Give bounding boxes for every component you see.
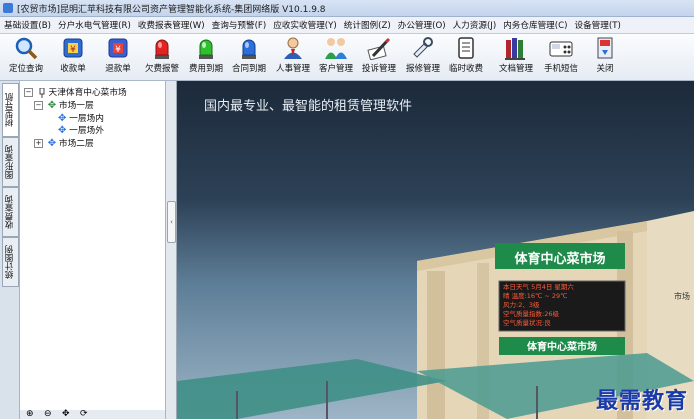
title-bar: [农贸市场]昆明汇苹科技有限公司资产管理智能化系统-集团网络版 V10.1.9.…: [0, 0, 694, 17]
led-line: 空气质量指数:26级: [503, 310, 559, 318]
pen-icon: [367, 37, 391, 60]
led-line: 晴 温度:16℃ ~ 29℃: [503, 292, 568, 300]
green-alarm-icon: [199, 39, 213, 59]
menu-bar: 基础设置(B) 分户水电气管理(R) 收费报表管理(W) 查询与预警(F) 应收实收管理…: [0, 17, 694, 34]
temporary-fee-button[interactable]: 临时收费: [445, 36, 487, 78]
collapse-icon[interactable]: −: [24, 88, 33, 97]
panel-splitter[interactable]: ‹: [166, 81, 177, 419]
expand-icon[interactable]: +: [34, 139, 43, 148]
app-icon: [3, 3, 13, 13]
watermark-text: 最需教育: [595, 388, 688, 414]
tree-node-floor-1-outside[interactable]: ✥ 一层场外: [58, 123, 104, 136]
document-button[interactable]: 文档管理: [495, 36, 537, 78]
tools-icon: [413, 37, 433, 58]
led-line: 空气质量状况:良: [503, 319, 551, 327]
tree-bottom-toolbar: ⊕ ⊖ ✥ ⟳: [20, 409, 165, 419]
tree-node-root[interactable]: − 天津体育中心菜市场: [24, 85, 127, 98]
magnifier-icon: [15, 37, 38, 60]
customer-button[interactable]: 客户管理: [315, 36, 357, 78]
side-wall-label: 市场: [674, 292, 690, 301]
led-line: 本日天气 5月4日 星期六: [503, 283, 574, 291]
sms-button[interactable]: 手机短信: [540, 36, 582, 78]
collapse-icon[interactable]: −: [34, 101, 43, 110]
svg-text:¥: ¥: [70, 45, 76, 55]
menu-equipment[interactable]: 设备管理(T): [570, 17, 623, 33]
main-view: 国内最专业、最智能的租赁管理软件 体育中心菜市场 本日天气 5月4日 星期六 晴…: [177, 81, 694, 419]
tree-node-floor-1[interactable]: − ✥ 市场一层: [34, 98, 94, 111]
pin-icon: [39, 87, 45, 98]
person-icon: [284, 37, 302, 59]
window-title: [农贸市场]昆明汇苹科技有限公司资产管理智能化系统-集团网络版 V10.1.9.…: [17, 5, 326, 15]
menu-basic-settings[interactable]: 基础设置(B): [0, 17, 54, 33]
exit-icon: [597, 37, 613, 59]
fee-expiry-button[interactable]: 费用到期: [185, 36, 227, 78]
binders-icon: [505, 38, 525, 60]
menu-statistics[interactable]: 统计图例(Z): [340, 17, 394, 33]
zoom-in-icon[interactable]: ⊕: [26, 409, 34, 419]
led-weather-display: 本日天气 5月4日 星期六 晴 温度:16℃ ~ 29℃ 风力:2、3级 空气质…: [503, 283, 623, 328]
personnel-button[interactable]: 人事管理: [272, 36, 314, 78]
notebook-icon: [458, 37, 474, 59]
led-line: 风力:2、3级: [503, 301, 540, 309]
market-sign-bottom: 体育中心菜市场: [527, 342, 597, 353]
receipt-button[interactable]: ¥ 收款单: [54, 36, 92, 78]
refund-button[interactable]: ¥ 退款单: [99, 36, 137, 78]
node-icon: ✥: [47, 138, 57, 149]
menu-utilities[interactable]: 分户水电气管理(R): [54, 17, 134, 33]
tab-fee-query[interactable]: 收费查询: [2, 187, 19, 237]
menu-hr[interactable]: 人力资源(J): [449, 17, 500, 33]
contract-expiry-button[interactable]: 合同到期: [228, 36, 270, 78]
tree-node-floor-2[interactable]: + ✥ 市场二层: [34, 136, 94, 149]
refund-icon: ¥: [108, 38, 128, 58]
tab-statistics[interactable]: 统计图例: [2, 237, 19, 287]
menu-receivables[interactable]: 应收实收管理(Y): [269, 17, 340, 33]
menu-query-alerts[interactable]: 查询与预警(F): [208, 17, 270, 33]
close-button[interactable]: 关闭: [590, 36, 620, 78]
menu-fee-reports[interactable]: 收费报表管理(W): [134, 17, 208, 33]
receipt-icon: ¥: [63, 38, 83, 58]
arrears-alarm-button[interactable]: 欠费报警: [142, 36, 182, 78]
tree-panel: − 天津体育中心菜市场 − ✥ 市场一层 ✥ 一层场内 ✥ 一层场外 + ✥ 市…: [20, 81, 166, 419]
market-sign-top: 体育中心菜市场: [514, 252, 606, 267]
red-alarm-icon: [155, 39, 169, 59]
menu-warehouse[interactable]: 内务仓库管理(C): [499, 17, 570, 33]
node-icon: ✥: [58, 125, 67, 136]
menu-office[interactable]: 办公管理(O): [394, 17, 449, 33]
locate-icon[interactable]: ✥: [62, 409, 70, 419]
tab-graphic-query[interactable]: 图形查询: [2, 137, 19, 187]
phone-icon: [549, 41, 573, 57]
customers-icon: [325, 38, 347, 59]
tab-tree-navigation[interactable]: 树型导航: [2, 83, 19, 137]
node-icon: ✥: [47, 100, 57, 111]
toolbar: 定位查询 ¥ 收款单 ¥ 退款单 欠费报警 费用到期 合同到期 人事管理 客户管…: [0, 34, 694, 81]
locate-query-button[interactable]: 定位查询: [6, 36, 46, 78]
svg-text:¥: ¥: [115, 45, 121, 55]
zoom-out-icon[interactable]: ⊖: [44, 409, 52, 419]
complaint-button[interactable]: 投诉管理: [358, 36, 400, 78]
blue-alarm-icon: [242, 39, 256, 59]
refresh-icon[interactable]: ⟳: [80, 409, 88, 419]
repair-button[interactable]: 报修管理: [402, 36, 444, 78]
collapse-panel-handle[interactable]: ‹: [167, 201, 176, 243]
side-tab-strip: 树型导航 图形查询 收费查询 统计图例: [0, 81, 20, 419]
